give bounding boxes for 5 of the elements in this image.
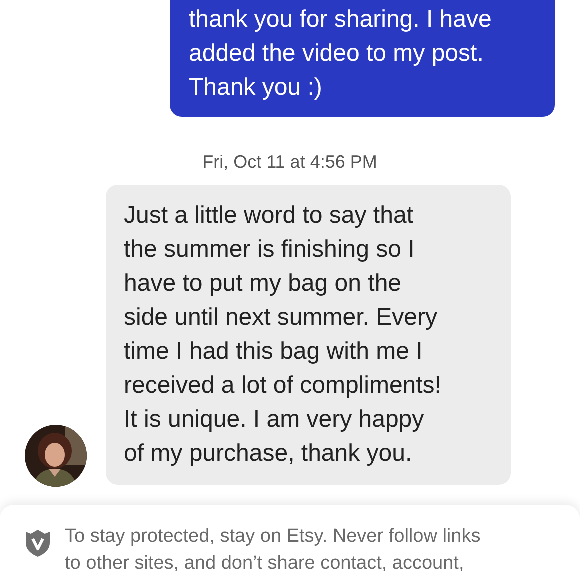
message-timestamp: Fri, Oct 11 at 4:56 PM (202, 152, 378, 173)
safety-notice-text: To stay protected, stay on Etsy. Never follow links to other sites, and don’t share contact, account, (65, 525, 481, 576)
sent-message: thank you for sharing. I have added the video to my post. Thank you :) (170, 0, 555, 117)
received-message: Just a little word to say that the summer is finishing so I have to put my bag on the side until next summer. Every time I had this bag with me I received a lot of compliments! It is unique. I am very happy of my purchase, thank you. (106, 185, 511, 485)
shield-icon (25, 529, 51, 557)
